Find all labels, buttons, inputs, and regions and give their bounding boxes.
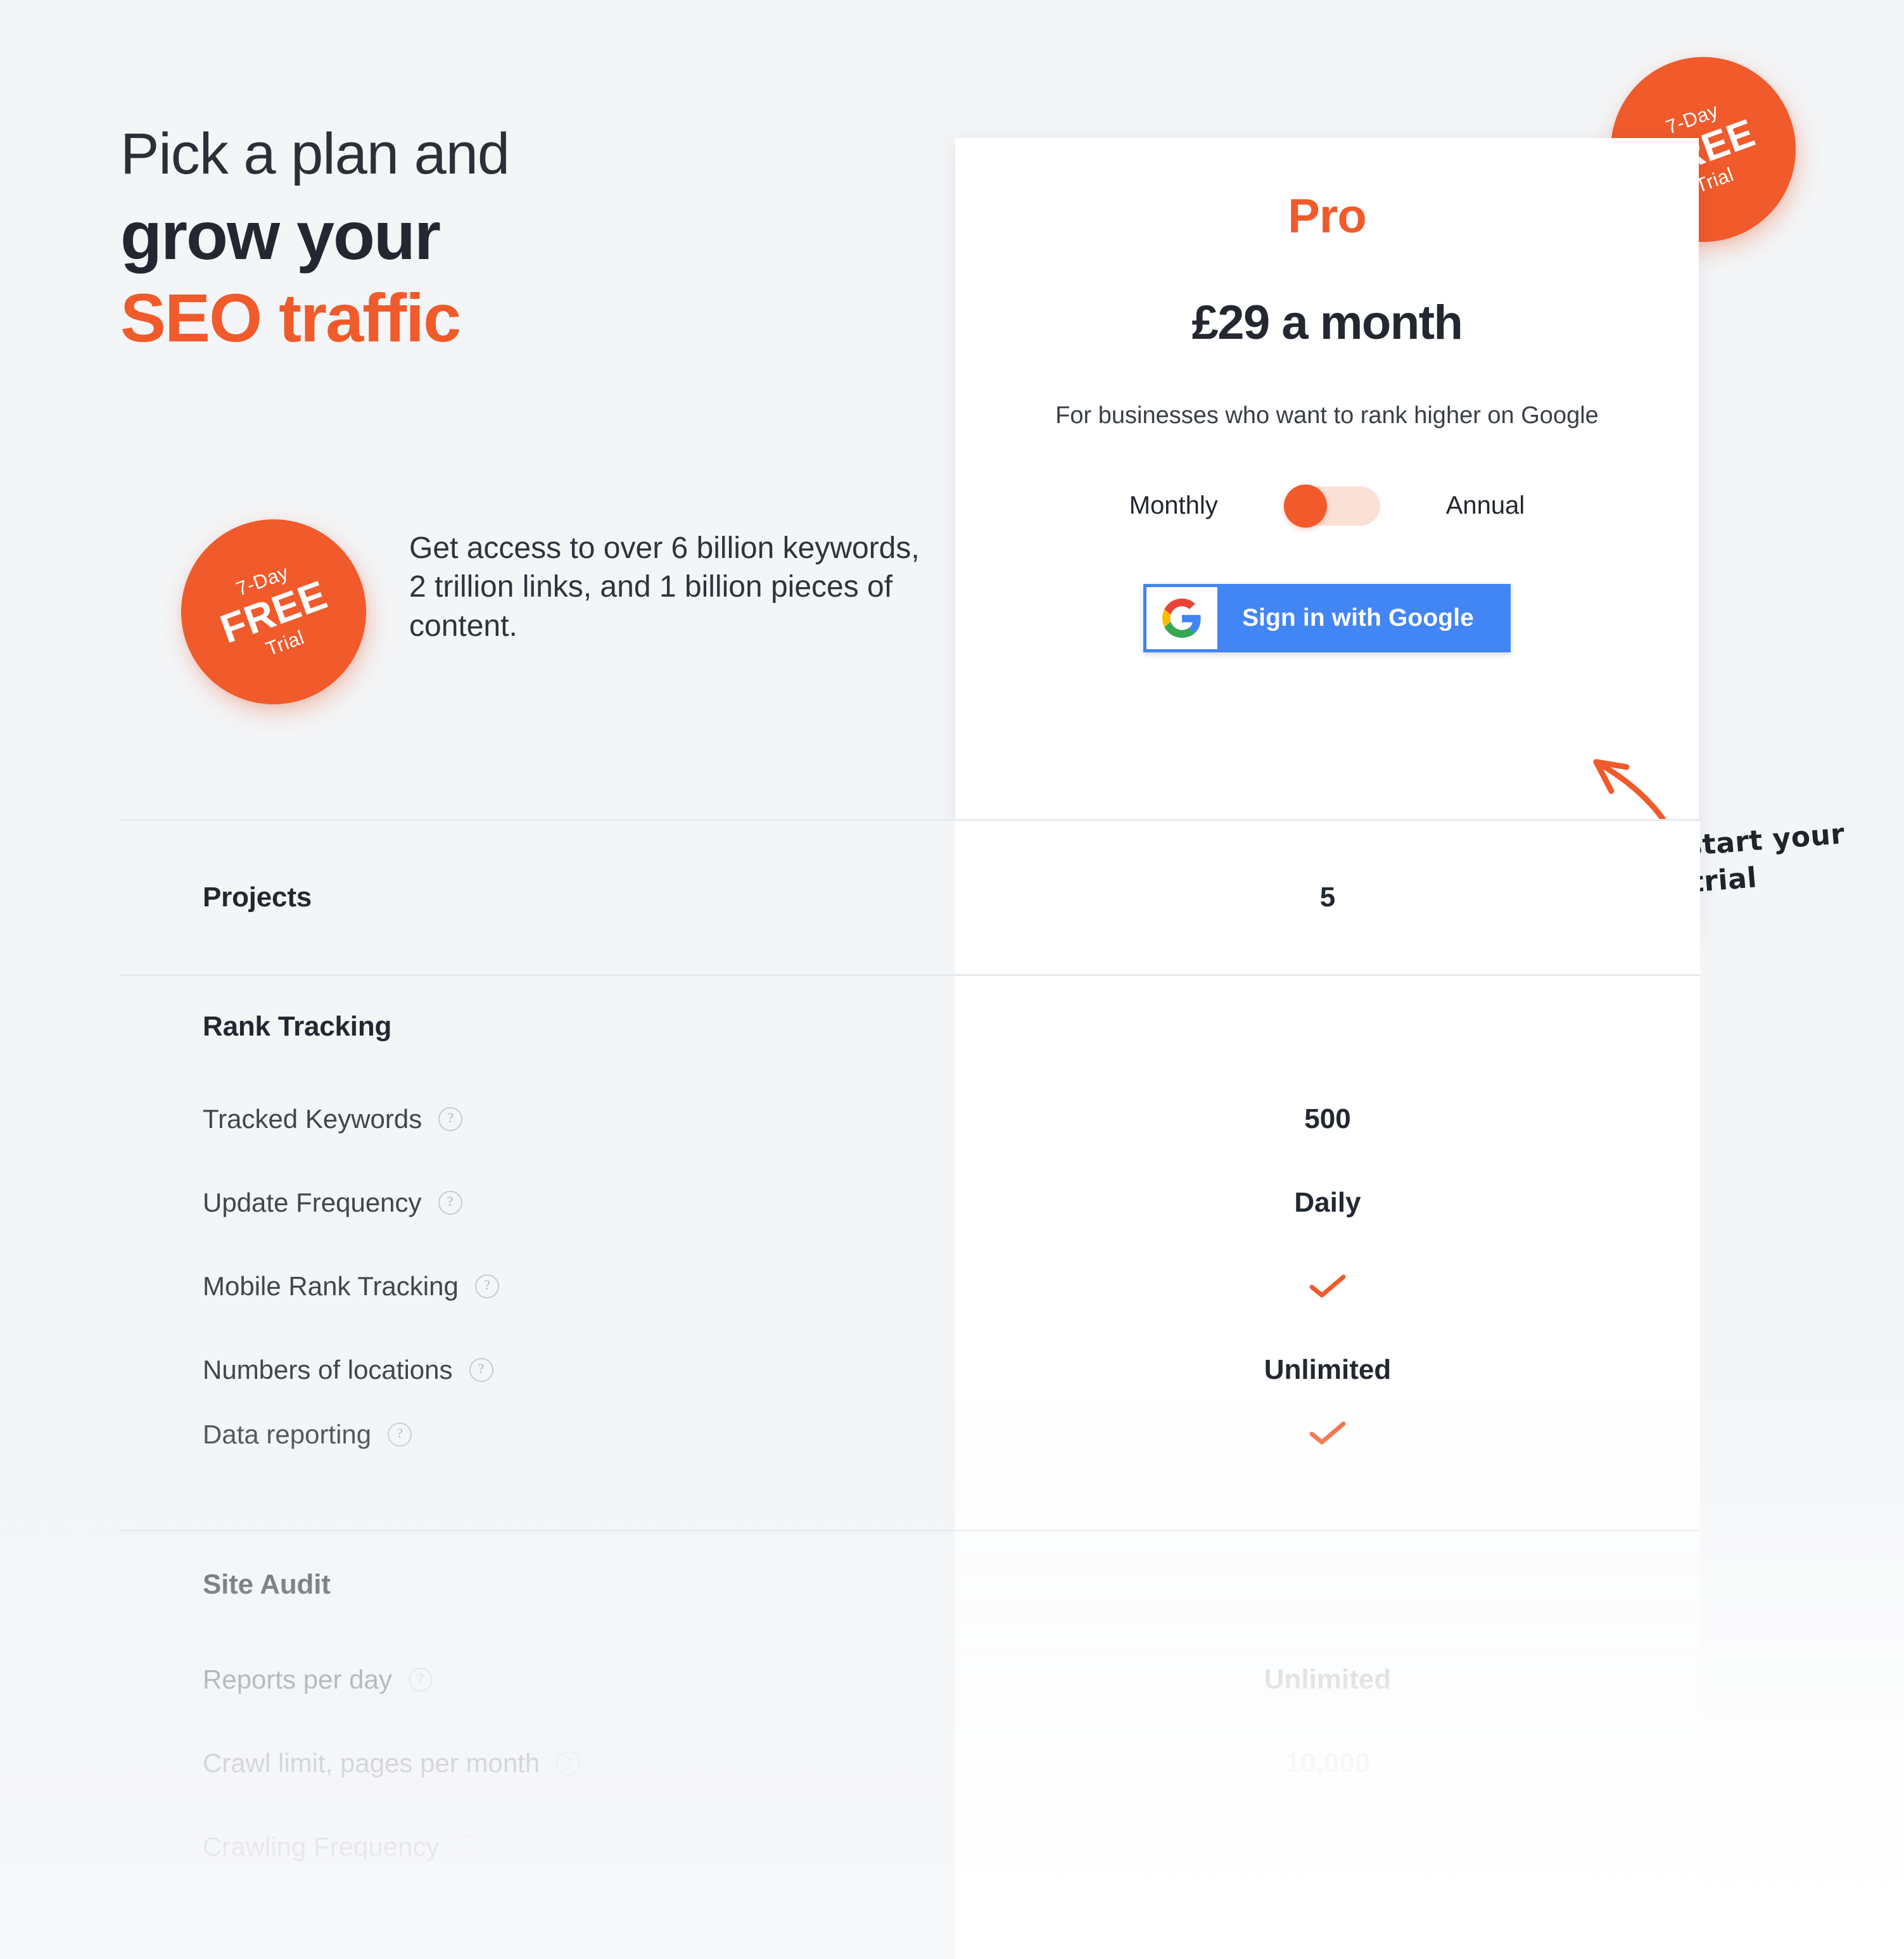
feature-label: Update Frequency (203, 1188, 422, 1217)
table-cell-value: Unlimited (955, 1328, 1700, 1412)
help-icon[interactable]: ? (438, 1191, 462, 1215)
hero-line-2: grow your (120, 196, 441, 274)
hero-subtext: Get access to over 6 billion keywords, 2 … (409, 531, 920, 643)
feature-label: Data reporting (203, 1419, 372, 1449)
checkmark-icon (1309, 1421, 1346, 1446)
value-text: 5 (1319, 882, 1336, 913)
table-cell-value (955, 1412, 1700, 1530)
table-row: Crawl limit, pages per month ? 10,000 (120, 1721, 1700, 1805)
group-title: Site Audit (203, 1569, 331, 1600)
google-logo-icon (1146, 586, 1218, 649)
value-text: Daily (1294, 1187, 1361, 1218)
value-text: Weekly (1279, 1831, 1376, 1862)
hero-line-1: Pick a plan and (120, 122, 510, 186)
table-cell-feature: Site Audit (120, 1531, 955, 1638)
table-cell-feature: Update Frequency ? (120, 1161, 955, 1245)
feature-label-wrap: Mobile Rank Tracking ? (203, 1271, 499, 1302)
free-trial-badge-left: 7-Day FREE Trial (155, 493, 393, 731)
table-cell-feature: Rank Tracking (120, 976, 955, 1077)
help-icon[interactable]: ? (556, 1751, 581, 1775)
feature-label: Crawl limit, pages per month (203, 1748, 540, 1778)
billing-period-toggle[interactable] (1283, 484, 1380, 528)
help-icon[interactable]: ? (408, 1668, 433, 1692)
group-title: Rank Tracking (203, 1011, 392, 1042)
sign-in-button-label: Sign in with Google (1242, 604, 1474, 631)
pricing-page: Pick a plan and grow your SEO traffic Ge… (0, 0, 1904, 1959)
table-cell-feature: Crawl limit, pages per month ? (120, 1721, 955, 1805)
help-icon[interactable]: ? (469, 1358, 493, 1382)
table-row: Mobile Rank Tracking ? (120, 1245, 1700, 1328)
value-text: Unlimited (1264, 1664, 1392, 1695)
table-cell-value (955, 1245, 1700, 1328)
table-row: Reports per day ? Unlimited (120, 1638, 1700, 1721)
value-text: 10,000 (1285, 1747, 1371, 1778)
table-cell-feature: Projects (120, 821, 955, 974)
plan-price: £29 a month (1191, 296, 1463, 350)
help-icon[interactable]: ? (455, 1835, 480, 1859)
plan-description: For businesses who want to rank higher o… (1055, 402, 1599, 429)
feature-comparison-table: Projects 5 Rank Tracking Tracked Keyword… (120, 819, 1700, 1889)
feature-label: Numbers of locations (203, 1355, 453, 1385)
table-cell-value: 500 (955, 1077, 1700, 1161)
table-row: Update Frequency ? Daily (120, 1161, 1700, 1245)
table-cell-value: Weekly (955, 1805, 1700, 1889)
help-icon[interactable]: ? (388, 1423, 412, 1447)
feature-label-wrap: Data reporting ? (203, 1419, 412, 1450)
billing-annual-label[interactable]: Annual (1446, 491, 1525, 520)
hero-line-3: SEO traffic (120, 279, 461, 357)
table-row: Site Audit (120, 1531, 1700, 1638)
table-row: Rank Tracking (120, 976, 1700, 1077)
feature-label-wrap: Crawl limit, pages per month ? (203, 1748, 581, 1778)
feature-label: Reports per day (203, 1664, 392, 1694)
table-cell-value (955, 1531, 1700, 1638)
table-cell-feature: Crawling Frequency ? (120, 1805, 955, 1889)
table-cell-feature: Reports per day ? (120, 1638, 955, 1721)
feature-label-wrap: Crawling Frequency ? (203, 1832, 480, 1862)
hero-heading: Pick a plan and grow your SEO traffic (120, 124, 918, 355)
table-cell-value: Unlimited (955, 1638, 1700, 1721)
pricing-card: Pro £29 a month For businesses who want … (955, 138, 1699, 936)
table-row: Tracked Keywords ? 500 (120, 1077, 1700, 1161)
table-row: Projects 5 (120, 821, 1700, 976)
table-cell-value: Daily (955, 1161, 1700, 1245)
billing-monthly-label[interactable]: Monthly (1129, 491, 1218, 520)
feature-label-wrap: Reports per day ? (203, 1664, 433, 1695)
help-icon[interactable]: ? (474, 1274, 499, 1298)
table-row: Crawling Frequency ? Weekly (120, 1805, 1700, 1889)
table-cell-value: 10,000 (955, 1721, 1700, 1805)
checkmark-icon (1309, 1274, 1346, 1299)
table-cell-feature: Tracked Keywords ? (120, 1077, 955, 1161)
help-icon[interactable]: ? (438, 1107, 463, 1131)
feature-label: Crawling Frequency (203, 1832, 440, 1861)
plan-name: Pro (1288, 189, 1367, 243)
value-text: 500 (1304, 1103, 1351, 1134)
feature-label-wrap: Update Frequency ? (203, 1188, 462, 1218)
table-cell-value: 5 (955, 821, 1700, 974)
group-title: Projects (203, 882, 312, 913)
table-cell-feature: Mobile Rank Tracking ? (120, 1245, 955, 1328)
table-cell-feature: Data reporting ? (120, 1412, 955, 1530)
value-text: Unlimited (1264, 1354, 1392, 1385)
feature-label: Tracked Keywords (203, 1104, 422, 1134)
feature-label-wrap: Numbers of locations ? (203, 1355, 493, 1385)
feature-label: Mobile Rank Tracking (203, 1271, 459, 1301)
table-cell-value (955, 976, 1700, 1077)
table-row: Data reporting ? (120, 1412, 1700, 1531)
sign-in-with-google-button[interactable]: Sign in with Google (1143, 583, 1511, 652)
feature-label-wrap: Tracked Keywords ? (203, 1104, 463, 1134)
billing-toggle-row: Monthly Annual (955, 484, 1699, 528)
toggle-knob (1283, 484, 1327, 528)
table-row: Numbers of locations ? Unlimited (120, 1328, 1700, 1412)
table-cell-feature: Numbers of locations ? (120, 1328, 955, 1412)
